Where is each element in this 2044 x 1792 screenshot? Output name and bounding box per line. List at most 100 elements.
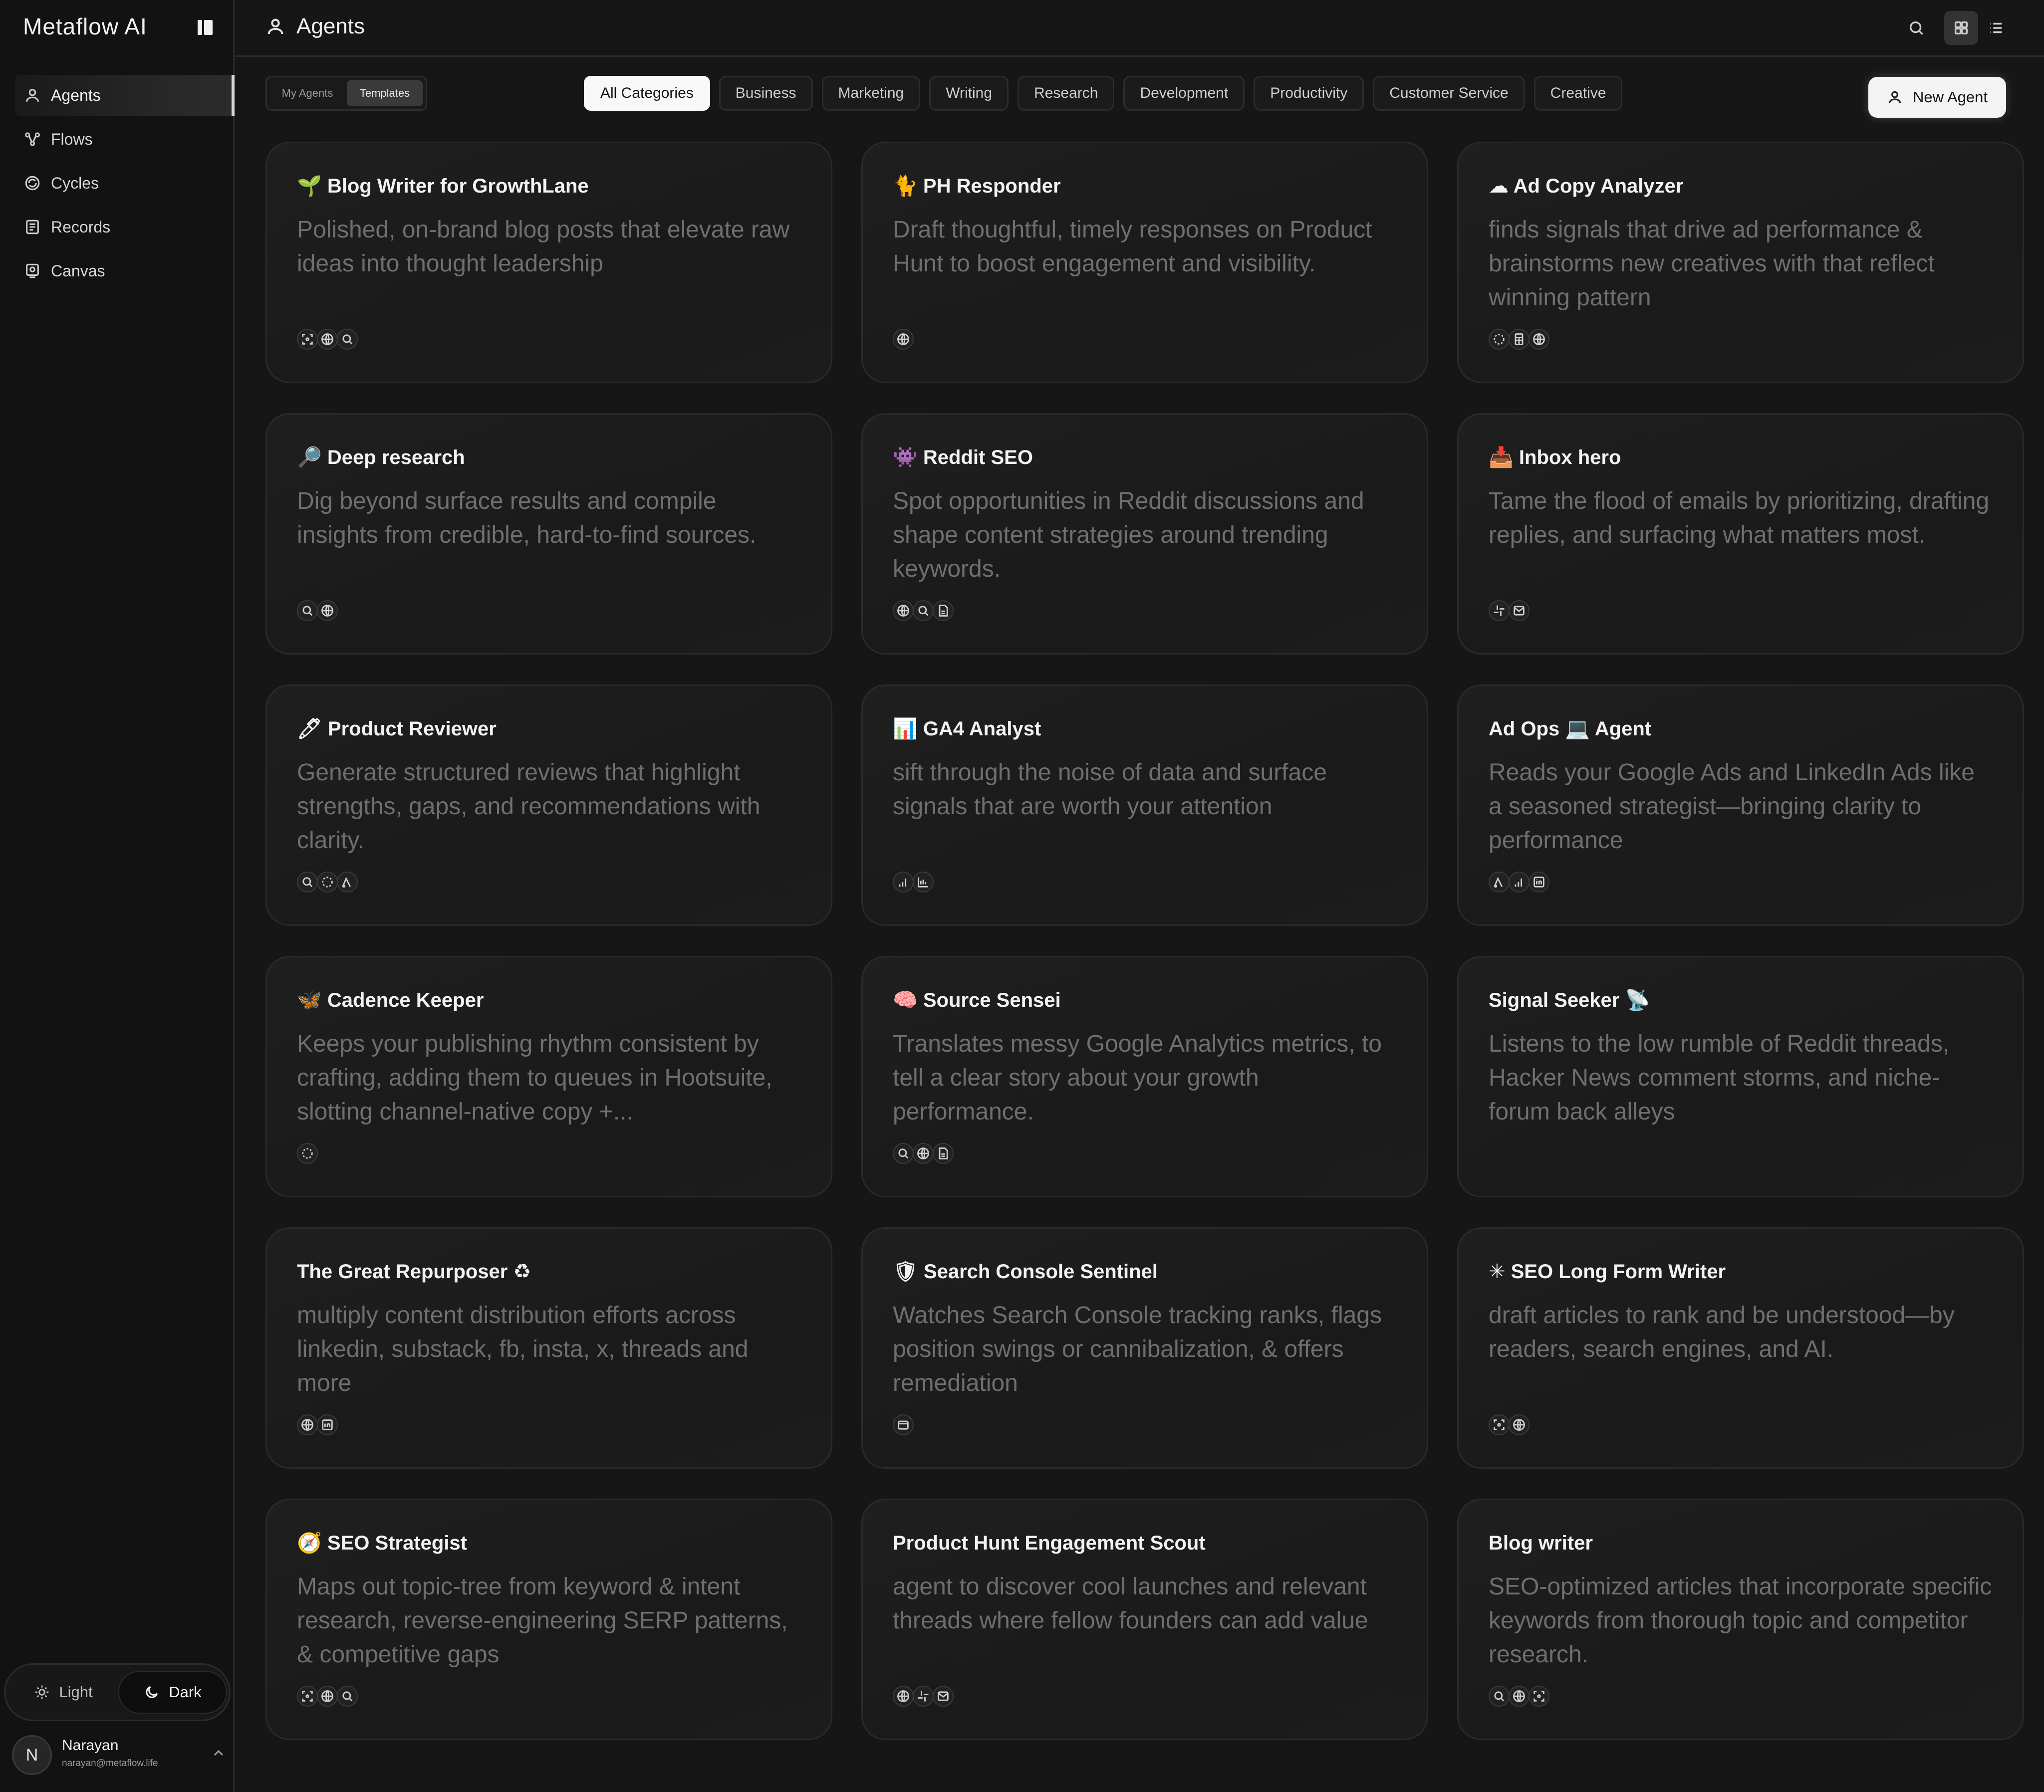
card-description: sift through the noise of data and surfa… bbox=[893, 759, 1327, 820]
grid-view-button[interactable] bbox=[1944, 11, 1978, 45]
scan-icon bbox=[297, 1686, 318, 1707]
category-chip[interactable]: Research bbox=[1018, 76, 1115, 111]
card-title: Blog writer bbox=[1489, 1532, 1593, 1554]
top-header: Agents bbox=[235, 0, 2044, 57]
theme-dark-button[interactable]: Dark bbox=[118, 1671, 227, 1714]
sidebar-item-flows[interactable]: Flows bbox=[15, 119, 235, 160]
agent-template-card[interactable]: Product Hunt Engagement Scout agent to di… bbox=[861, 1499, 1428, 1740]
card-title: ✳ SEO Long Form Writer bbox=[1489, 1261, 1726, 1283]
card-title: 👾 Reddit SEO bbox=[893, 447, 1033, 468]
tab-templates[interactable]: Templates bbox=[347, 80, 423, 106]
agent-template-card[interactable]: 📊 GA4 Analyst sift through the noise of d… bbox=[861, 684, 1428, 926]
linkedin-icon bbox=[1529, 872, 1549, 893]
agent-template-card[interactable]: 🔎 Deep research Dig beyond surface result… bbox=[265, 413, 832, 655]
card-title: Ad Ops 💻 Agent bbox=[1489, 718, 1652, 740]
agent-template-card[interactable]: 📥 Inbox hero Tame the flood of emails by … bbox=[1457, 413, 2024, 655]
category-chip[interactable]: Productivity bbox=[1254, 76, 1364, 111]
agent-template-card[interactable]: 🐈 PH Responder Draft thoughtful, timely r… bbox=[861, 142, 1428, 383]
agent-template-card[interactable]: Blog writer SEO-optimized articles that i… bbox=[1457, 1499, 2024, 1740]
agent-icon bbox=[1888, 91, 1901, 104]
card-tools bbox=[297, 872, 358, 893]
globe-icon bbox=[893, 1686, 914, 1707]
card-tools bbox=[1489, 872, 1549, 893]
globe-icon bbox=[913, 1143, 934, 1164]
sidebar-item-records[interactable]: Records bbox=[15, 207, 235, 247]
card-description: Draft thoughtful, timely responses on Pr… bbox=[893, 217, 1372, 277]
agent-icon bbox=[23, 86, 42, 105]
card-title: 🧠 Source Sensei bbox=[893, 989, 1061, 1011]
card-tools bbox=[893, 1414, 914, 1435]
category-filters: All Categories Business Marketing Writin… bbox=[584, 76, 1623, 111]
theme-toggle: Light Dark bbox=[4, 1663, 231, 1721]
card-description: multiply content distribution efforts ac… bbox=[297, 1302, 749, 1396]
scan-icon bbox=[1529, 1686, 1549, 1707]
card-tools bbox=[1489, 1686, 1549, 1707]
category-chip[interactable]: Marketing bbox=[821, 76, 921, 111]
ads-icon bbox=[1489, 872, 1510, 893]
user-menu[interactable]: N Narayan narayan@metaflow.life bbox=[12, 1734, 227, 1779]
agent-template-card[interactable]: 🧭 SEO Strategist Maps out topic-tree from… bbox=[265, 1499, 832, 1740]
sidebar-item-agents[interactable]: Agents bbox=[15, 75, 235, 116]
card-tools bbox=[893, 1686, 954, 1707]
tab-my-agents[interactable]: My Agents bbox=[270, 80, 345, 106]
globe-icon bbox=[893, 600, 914, 621]
card-title: 🧭 SEO Strategist bbox=[297, 1532, 467, 1554]
card-title: The Great Repurposer ♻ bbox=[297, 1261, 531, 1283]
search-icon bbox=[337, 329, 358, 350]
search-icon bbox=[337, 1686, 358, 1707]
globe-icon bbox=[1529, 329, 1549, 350]
sidebar-item-label: Flows bbox=[51, 130, 93, 148]
list-view-button[interactable] bbox=[1979, 11, 2013, 45]
sidebar-item-label: Records bbox=[51, 218, 111, 236]
card-title: 🔎 Deep research bbox=[297, 447, 465, 468]
sidebar-collapse-icon[interactable] bbox=[198, 20, 213, 35]
scan-icon bbox=[1489, 1414, 1510, 1435]
category-chip[interactable]: Development bbox=[1123, 76, 1245, 111]
agent-template-card[interactable]: Ad Ops 💻 Agent Reads your Google Ads and … bbox=[1457, 684, 2024, 926]
ads-icon bbox=[337, 872, 358, 893]
agent-template-card[interactable]: 👾 Reddit SEO Spot opportunities in Reddit… bbox=[861, 413, 1428, 655]
sidebar-item-label: Agents bbox=[51, 86, 101, 104]
sidebar-item-cycles[interactable]: Cycles bbox=[15, 163, 235, 204]
records-icon bbox=[23, 218, 42, 236]
agent-template-card[interactable]: 🌱 Blog Writer for GrowthLane Polished, on… bbox=[265, 142, 832, 383]
new-agent-button[interactable]: New Agent bbox=[1868, 77, 2006, 118]
agent-template-grid: 🌱 Blog Writer for GrowthLane Polished, on… bbox=[265, 142, 2024, 1740]
agent-template-card[interactable]: ☁ Ad Copy Analyzer finds signals that dri… bbox=[1457, 142, 2024, 383]
globe-icon bbox=[1509, 1686, 1530, 1707]
agent-template-card[interactable]: 🧠 Source Sensei Translates messy Google A… bbox=[861, 956, 1428, 1197]
chevron-up-icon[interactable] bbox=[211, 1745, 227, 1761]
card-tools bbox=[893, 872, 934, 893]
search-icon bbox=[297, 872, 318, 893]
search-icon bbox=[1909, 21, 1923, 35]
card-title: 📊 GA4 Analyst bbox=[893, 718, 1041, 740]
user-name: Narayan bbox=[62, 1737, 119, 1754]
category-chip[interactable]: Creative bbox=[1533, 76, 1623, 111]
card-description: Reads your Google Ads and LinkedIn Ads l… bbox=[1489, 759, 1975, 854]
globe-icon bbox=[893, 329, 914, 350]
card-tools bbox=[1489, 329, 1549, 350]
card-description: Spot opportunities in Reddit discussions… bbox=[893, 488, 1364, 582]
search-button[interactable] bbox=[1899, 11, 1933, 45]
category-chip[interactable]: Writing bbox=[929, 76, 1009, 111]
agent-template-card[interactable]: 🛡 Search Console Sentinel Watches Search … bbox=[861, 1227, 1428, 1469]
card-description: Maps out topic-tree from keyword & inten… bbox=[297, 1573, 788, 1668]
avatar: N bbox=[12, 1735, 52, 1775]
card-description: Listens to the low rumble of Reddit thre… bbox=[1489, 1031, 1950, 1125]
agent-template-card[interactable]: Signal Seeker 📡 Listens to the low rumble… bbox=[1457, 956, 2024, 1197]
agent-template-card[interactable]: 🦋 Cadence Keeper Keeps your publishing rh… bbox=[265, 956, 832, 1197]
agent-template-card[interactable]: ✳ SEO Long Form Writer draft articles to … bbox=[1457, 1227, 2024, 1469]
card-description: Keeps your publishing rhythm consistent … bbox=[297, 1031, 772, 1125]
category-chip[interactable]: Customer Service bbox=[1373, 76, 1525, 111]
mail-icon bbox=[933, 1686, 954, 1707]
category-chip[interactable]: Business bbox=[719, 76, 813, 111]
category-chip[interactable]: All Categories bbox=[584, 76, 710, 111]
console-icon bbox=[893, 1414, 914, 1435]
slack-icon bbox=[913, 1686, 934, 1707]
theme-light-button[interactable]: Light bbox=[13, 1671, 113, 1714]
sidebar-item-canvas[interactable]: Canvas bbox=[15, 250, 235, 291]
card-tools bbox=[297, 1143, 318, 1164]
card-description: SEO-optimized articles that incorporate … bbox=[1489, 1573, 1992, 1668]
agent-template-card[interactable]: The Great Repurposer ♻ multiply content d… bbox=[265, 1227, 832, 1469]
agent-template-card[interactable]: 🖊 Product Reviewer Generate structured re… bbox=[265, 684, 832, 926]
